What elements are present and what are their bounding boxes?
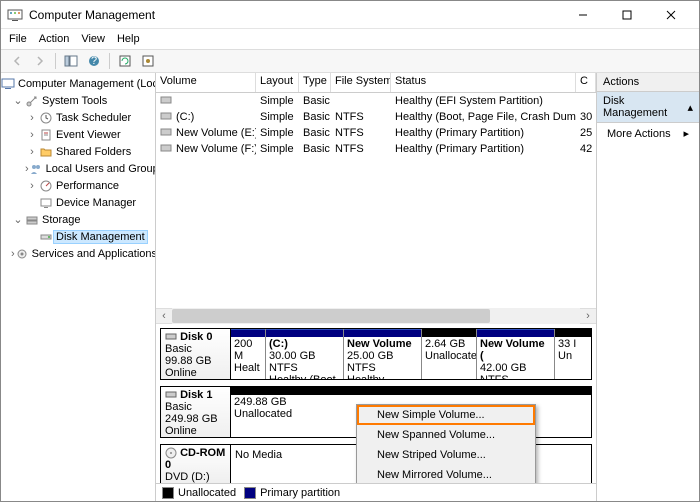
help-button[interactable]: ? <box>84 51 104 71</box>
disk-info: CD-ROM 0 DVD (D:) <box>161 445 231 483</box>
scroll-thumb[interactable] <box>172 309 490 323</box>
tree-shared-folders[interactable]: Shared Folders <box>56 146 131 158</box>
menu-action[interactable]: Action <box>39 33 70 45</box>
volume-icon <box>160 142 174 156</box>
chevron-right-icon: ▸ <box>683 127 689 140</box>
disk-map: Disk 0 Basic 99.88 GB Online 200 MHealt … <box>156 324 596 483</box>
disk-icon <box>165 332 177 342</box>
actions-pane: Actions Disk Management▴ More Actions▸ <box>597 73 699 501</box>
volume-icon <box>160 110 174 124</box>
main-panel: Volume Layout Type File System Status C … <box>156 73 597 501</box>
scroll-right-button[interactable]: › <box>580 308 596 324</box>
tree-disk-management[interactable]: Disk Management <box>53 230 148 244</box>
menu-help[interactable]: Help <box>117 33 140 45</box>
navigation-tree[interactable]: Computer Management (Local ⌄ System Tools… <box>1 73 156 501</box>
legend-swatch-unallocated <box>162 487 174 499</box>
collapse-icon[interactable]: ⌄ <box>11 94 25 107</box>
volume-list-header: Volume Layout Type File System Status C <box>156 73 596 93</box>
col-fs[interactable]: File System <box>331 73 391 92</box>
partition-unallocated[interactable]: 2.64 GBUnallocate <box>422 329 477 379</box>
legend-swatch-primary <box>244 487 256 499</box>
menu-file[interactable]: File <box>9 33 27 45</box>
volume-row[interactable]: New Volume (F:)SimpleBasicNTFSHealthy (P… <box>156 141 596 157</box>
clock-icon <box>39 111 53 125</box>
device-icon <box>39 196 53 210</box>
partition[interactable]: 200 MHealt <box>231 329 266 379</box>
col-volume[interactable]: Volume <box>156 73 256 92</box>
refresh-button[interactable] <box>115 51 135 71</box>
context-menu: New Simple Volume... New Spanned Volume.… <box>356 404 536 483</box>
partition[interactable]: New Volume25.00 GB NTFSHealthy (Prima <box>344 329 422 379</box>
collapse-icon[interactable]: ⌄ <box>11 213 25 226</box>
window-title: Computer Management <box>29 8 561 22</box>
app-icon <box>7 7 23 23</box>
disk-icon <box>165 390 177 400</box>
cd-icon <box>165 447 177 459</box>
col-type[interactable]: Type <box>299 73 331 92</box>
tree-services[interactable]: Services and Applications <box>32 248 156 260</box>
volume-icon <box>160 126 174 140</box>
show-hide-tree-button[interactable] <box>61 51 81 71</box>
legend: Unallocated Primary partition <box>156 483 596 501</box>
disk-info: Disk 1 Basic 249.98 GB Online <box>161 387 231 437</box>
tree-local-users[interactable]: Local Users and Groups <box>46 163 156 175</box>
volume-row[interactable]: (C:)SimpleBasicNTFSHealthy (Boot, Page F… <box>156 109 596 125</box>
folder-icon <box>39 145 53 159</box>
forward-button[interactable] <box>30 51 50 71</box>
tree-root[interactable]: Computer Management (Local <box>18 78 156 90</box>
partition[interactable]: New Volume (42.00 GB NTFSHealthy (Prima <box>477 329 555 379</box>
settings-button[interactable] <box>138 51 158 71</box>
title-bar: Computer Management <box>1 1 699 29</box>
menu-new-simple-volume[interactable]: New Simple Volume... <box>357 405 535 425</box>
list-scrollbar[interactable]: ‹ › <box>156 308 596 324</box>
expand-icon[interactable]: › <box>25 180 39 192</box>
actions-subheader: Disk Management▴ <box>597 92 699 123</box>
event-icon <box>39 128 53 142</box>
volume-icon <box>160 94 174 108</box>
performance-icon <box>39 179 53 193</box>
maximize-button[interactable] <box>605 1 649 29</box>
computer-icon <box>1 77 15 91</box>
scroll-left-button[interactable]: ‹ <box>156 308 172 324</box>
volume-list[interactable]: SimpleBasicHealthy (EFI System Partition… <box>156 93 596 157</box>
expand-icon[interactable]: › <box>25 146 39 158</box>
more-actions-item[interactable]: More Actions▸ <box>597 123 699 144</box>
actions-header: Actions <box>597 73 699 92</box>
partition-unallocated[interactable]: 33 IUn <box>555 329 591 379</box>
menu-new-striped-volume[interactable]: New Striped Volume... <box>357 445 535 465</box>
disk-icon <box>39 230 53 244</box>
tree-system-tools[interactable]: System Tools <box>42 95 107 107</box>
volume-row[interactable]: New Volume (E:)SimpleBasicNTFSHealthy (P… <box>156 125 596 141</box>
users-icon <box>29 162 43 176</box>
col-status[interactable]: Status <box>391 73 576 92</box>
tree-device-manager[interactable]: Device Manager <box>56 197 136 209</box>
chevron-up-icon[interactable]: ▴ <box>687 101 693 114</box>
menu-new-mirrored-volume[interactable]: New Mirrored Volume... <box>357 465 535 483</box>
services-icon <box>15 247 29 261</box>
back-button[interactable] <box>7 51 27 71</box>
close-button[interactable] <box>649 1 693 29</box>
tree-event-viewer[interactable]: Event Viewer <box>56 129 121 141</box>
col-layout[interactable]: Layout <box>256 73 299 92</box>
partition[interactable]: (C:)30.00 GB NTFSHealthy (Boot, <box>266 329 344 379</box>
col-c[interactable]: C <box>576 73 596 92</box>
tools-icon <box>25 94 39 108</box>
tree-performance[interactable]: Performance <box>56 180 119 192</box>
tree-storage[interactable]: Storage <box>42 214 81 226</box>
minimize-button[interactable] <box>561 1 605 29</box>
expand-icon[interactable]: › <box>25 129 39 141</box>
volume-row[interactable]: SimpleBasicHealthy (EFI System Partition… <box>156 93 596 109</box>
menu-new-spanned-volume[interactable]: New Spanned Volume... <box>357 425 535 445</box>
tree-task-scheduler[interactable]: Task Scheduler <box>56 112 131 124</box>
disk-info: Disk 0 Basic 99.88 GB Online <box>161 329 231 379</box>
disk-row[interactable]: Disk 0 Basic 99.88 GB Online 200 MHealt … <box>160 328 592 380</box>
svg-text:?: ? <box>91 55 97 67</box>
expand-icon[interactable]: › <box>25 112 39 124</box>
toolbar: ? <box>1 49 699 73</box>
storage-icon <box>25 213 39 227</box>
menu-bar: File Action View Help <box>1 29 699 49</box>
menu-view[interactable]: View <box>81 33 105 45</box>
